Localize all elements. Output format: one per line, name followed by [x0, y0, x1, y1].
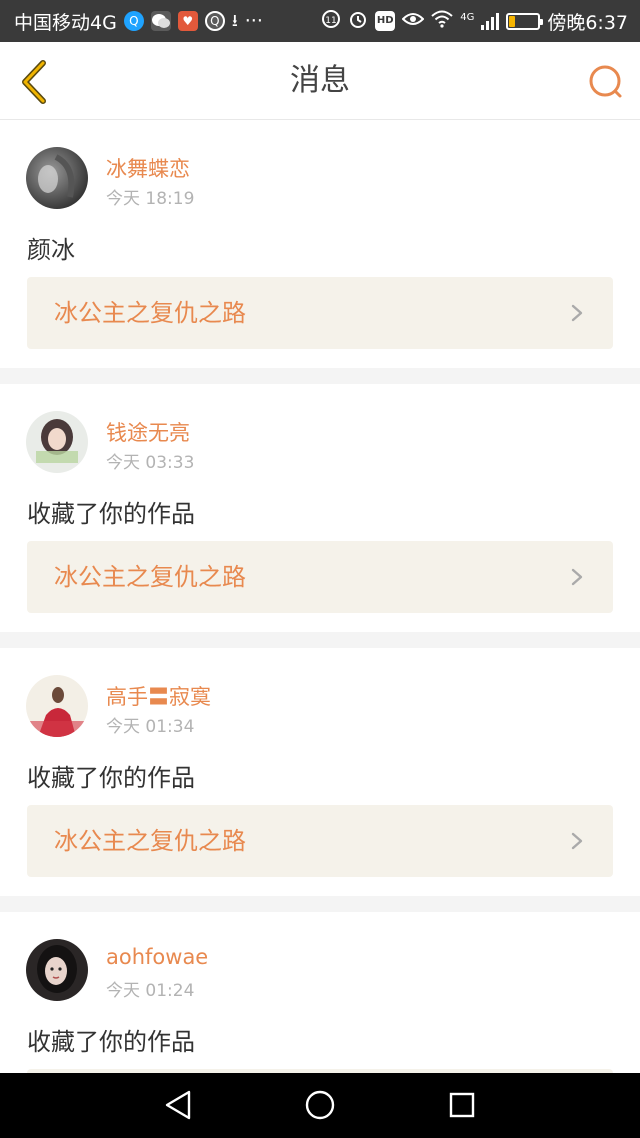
signal-icon: [481, 12, 500, 30]
username[interactable]: 钱途无亮: [106, 417, 190, 447]
more-indicator: ···: [244, 10, 263, 32]
data-saver-icon: 11: [321, 9, 341, 34]
qq-icon: Q: [123, 11, 144, 31]
wifi-icon: [431, 10, 453, 33]
message-list[interactable]: 冰舞蝶恋 今天 18:19 颜冰 冰公主之复仇之路 钱途无亮 今天 03:33 …: [0, 120, 640, 1073]
status-left: 中国移动4G Q ♥ Q ⭳ ···: [14, 8, 263, 35]
work-title: 冰公主之复仇之路: [54, 299, 246, 327]
system-nav-bar: [0, 1073, 640, 1138]
download-icon: ⭳: [231, 10, 238, 31]
nav-home-button[interactable]: [302, 1087, 338, 1123]
message-card: 冰舞蝶恋 今天 18:19 颜冰 冰公主之复仇之路: [0, 120, 640, 368]
chevron-right-icon: [571, 568, 583, 586]
message-card: aohfowae 今天 01:24 收藏了你的作品: [0, 912, 640, 1073]
search-button[interactable]: [586, 62, 626, 102]
work-link[interactable]: 冰公主之复仇之路: [27, 277, 613, 349]
battery-level-fill: [509, 15, 515, 27]
message-text: 收藏了你的作品: [27, 764, 195, 792]
status-bar: 中国移动4G Q ♥ Q ⭳ ··· 11 HD 4G 傍晚6:37: [0, 0, 640, 42]
timestamp: 今天 18:19: [106, 189, 195, 209]
work-title: 冰公主之复仇之路: [54, 827, 246, 855]
recents-square-icon: [449, 1092, 475, 1118]
message-card: 高手〓寂寞 今天 01:34 收藏了你的作品 冰公主之复仇之路: [0, 648, 640, 896]
nav-recents-button[interactable]: [444, 1087, 480, 1123]
avatar[interactable]: [26, 411, 88, 473]
app-header: 消息: [0, 42, 640, 120]
timestamp: 今天 01:24: [106, 981, 195, 1001]
card-divider: [0, 896, 640, 912]
username[interactable]: 冰舞蝶恋: [106, 153, 190, 183]
carrier-label: 中国移动4G: [14, 11, 117, 34]
chevron-right-icon: [571, 304, 583, 322]
avatar[interactable]: [26, 675, 88, 737]
message-card: 钱途无亮 今天 03:33 收藏了你的作品 冰公主之复仇之路: [0, 384, 640, 632]
chevron-right-icon: [571, 832, 583, 850]
back-triangle-icon: [165, 1090, 191, 1120]
svg-text:11: 11: [325, 16, 336, 26]
status-right: 11 HD 4G 傍晚6:37: [321, 8, 628, 35]
message-text: 收藏了你的作品: [27, 1028, 195, 1056]
search-icon: [589, 65, 622, 98]
card-divider: [0, 368, 640, 384]
alarm-icon: [348, 9, 368, 34]
username[interactable]: 高手〓寂寞: [106, 681, 211, 711]
card-divider: [0, 632, 640, 648]
work-link[interactable]: 冰公主之复仇之路: [27, 805, 613, 877]
work-title: 冰公主之复仇之路: [54, 563, 246, 591]
work-link[interactable]: 冰公主之复仇之路: [27, 541, 613, 613]
network-type: 4G: [460, 11, 475, 23]
wechat-icon: [150, 11, 171, 31]
avatar[interactable]: [26, 939, 88, 1001]
page-title: 消息: [290, 63, 350, 98]
hd-icon: HD: [375, 11, 396, 31]
message-text: 收藏了你的作品: [27, 500, 195, 528]
battery-icon: [506, 12, 544, 30]
message-text: 颜冰: [27, 236, 75, 264]
qq-icon: Q: [204, 11, 225, 31]
timestamp: 今天 01:34: [106, 717, 195, 737]
eye-icon: [401, 10, 425, 32]
nav-back-button[interactable]: [160, 1087, 196, 1123]
app-icon: ♥: [177, 11, 198, 31]
status-time: 傍晚6:37: [547, 11, 628, 34]
avatar[interactable]: [26, 147, 88, 209]
timestamp: 今天 03:33: [106, 453, 195, 473]
username[interactable]: aohfowae: [106, 945, 208, 969]
home-circle-icon: [305, 1090, 335, 1120]
